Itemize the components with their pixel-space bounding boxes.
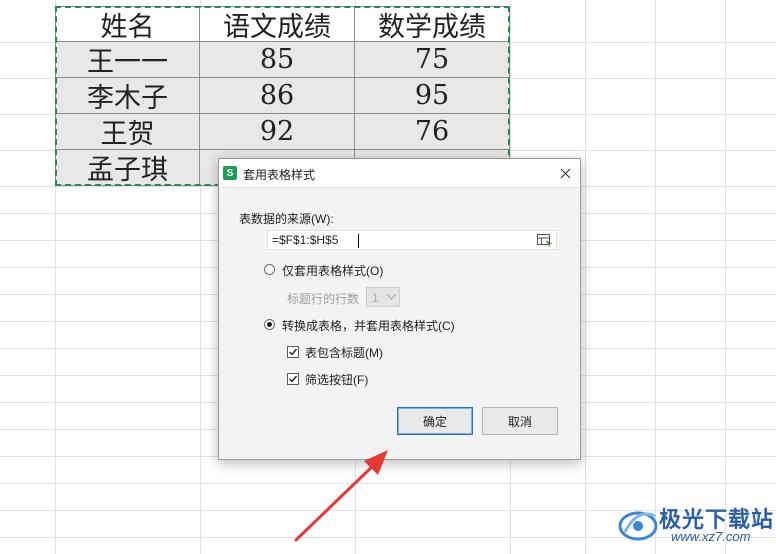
- annotation-arrow-icon: [294, 450, 388, 542]
- site-logo-icon: [618, 511, 658, 541]
- watermark: 极光下载站 www.xz7.com: [617, 500, 773, 550]
- watermark-url: www.xz7.com: [671, 529, 751, 544]
